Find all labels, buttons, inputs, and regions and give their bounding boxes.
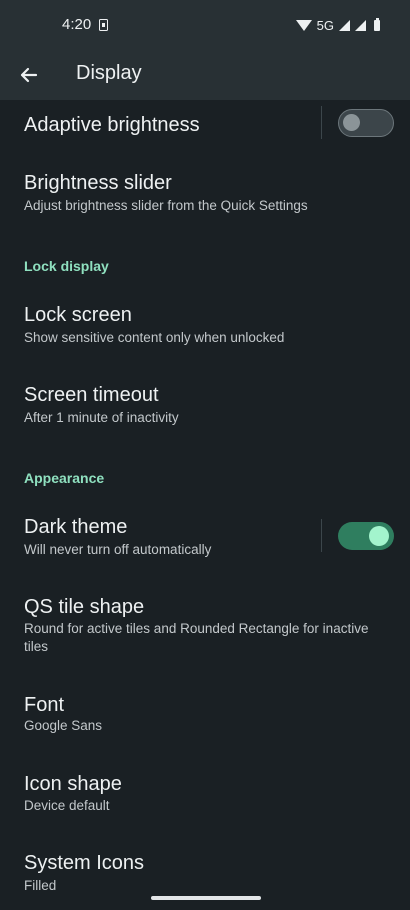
- adaptive-brightness-row[interactable]: Adaptive brightness: [0, 100, 410, 150]
- back-button[interactable]: [14, 59, 46, 91]
- qs-tile-shape-row[interactable]: QS tile shape Round for active tiles and…: [0, 582, 410, 672]
- adaptive-brightness-toggle[interactable]: [338, 109, 394, 137]
- brightness-slider-title: Brightness slider: [24, 172, 172, 194]
- page-title: Display: [76, 62, 142, 84]
- dark-theme-toggle[interactable]: [338, 522, 394, 550]
- toggle-knob: [343, 114, 360, 131]
- lock-screen-row[interactable]: Lock screen Show sensitive content only …: [0, 290, 410, 360]
- battery-icon: [374, 17, 380, 31]
- font-subtitle: Google Sans: [24, 718, 103, 733]
- system-icons-subtitle: Filled: [24, 878, 57, 893]
- font-row[interactable]: Font Google Sans: [0, 680, 410, 750]
- status-icons: 5G: [295, 16, 380, 34]
- brightness-slider-subtitle: Adjust brightness slider from the Quick …: [24, 198, 308, 213]
- gesture-home-bar[interactable]: [151, 896, 261, 900]
- brightness-slider-row[interactable]: Brightness slider Adjust brightness slid…: [0, 160, 410, 230]
- divider: [321, 106, 322, 139]
- wifi-icon: [295, 19, 312, 31]
- qs-tile-shape-subtitle: Round for active tiles and Rounded Recta…: [24, 621, 369, 654]
- section-header-appearance: Appearance: [24, 470, 105, 486]
- screen-timeout-title: Screen timeout: [24, 384, 159, 406]
- icon-shape-subtitle: Device default: [24, 798, 110, 813]
- cell-signal-icon-2: [355, 19, 366, 31]
- system-icons-row[interactable]: System Icons Filled: [0, 840, 410, 900]
- screen-timeout-subtitle: After 1 minute of inactivity: [24, 410, 179, 425]
- icon-shape-row[interactable]: Icon shape Device default: [0, 760, 410, 830]
- status-bar: 4:20 5G: [0, 0, 410, 50]
- divider: [321, 519, 322, 552]
- system-icons-title: System Icons: [24, 852, 145, 874]
- dark-theme-row[interactable]: Dark theme Will never turn off automatic…: [0, 502, 410, 572]
- network-type-label: 5G: [316, 17, 334, 33]
- adaptive-brightness-title: Adaptive brightness: [24, 114, 200, 136]
- icon-shape-title: Icon shape: [24, 773, 122, 795]
- app-bar: Display: [0, 50, 410, 100]
- screen-timeout-row[interactable]: Screen timeout After 1 minute of inactiv…: [0, 370, 410, 440]
- toggle-knob: [369, 526, 389, 546]
- arrow-back-icon: [20, 67, 38, 83]
- section-header-lock-display: Lock display: [24, 258, 109, 274]
- lock-screen-subtitle: Show sensitive content only when unlocke…: [24, 330, 285, 345]
- dark-theme-subtitle: Will never turn off automatically: [24, 542, 212, 557]
- cell-signal-icon: [339, 19, 350, 31]
- sim-card-icon: [99, 19, 108, 31]
- lock-screen-title: Lock screen: [24, 304, 132, 326]
- font-title: Font: [24, 694, 65, 716]
- qs-tile-shape-title: QS tile shape: [24, 596, 145, 618]
- dark-theme-title: Dark theme: [24, 516, 128, 538]
- status-time: 4:20: [62, 16, 92, 33]
